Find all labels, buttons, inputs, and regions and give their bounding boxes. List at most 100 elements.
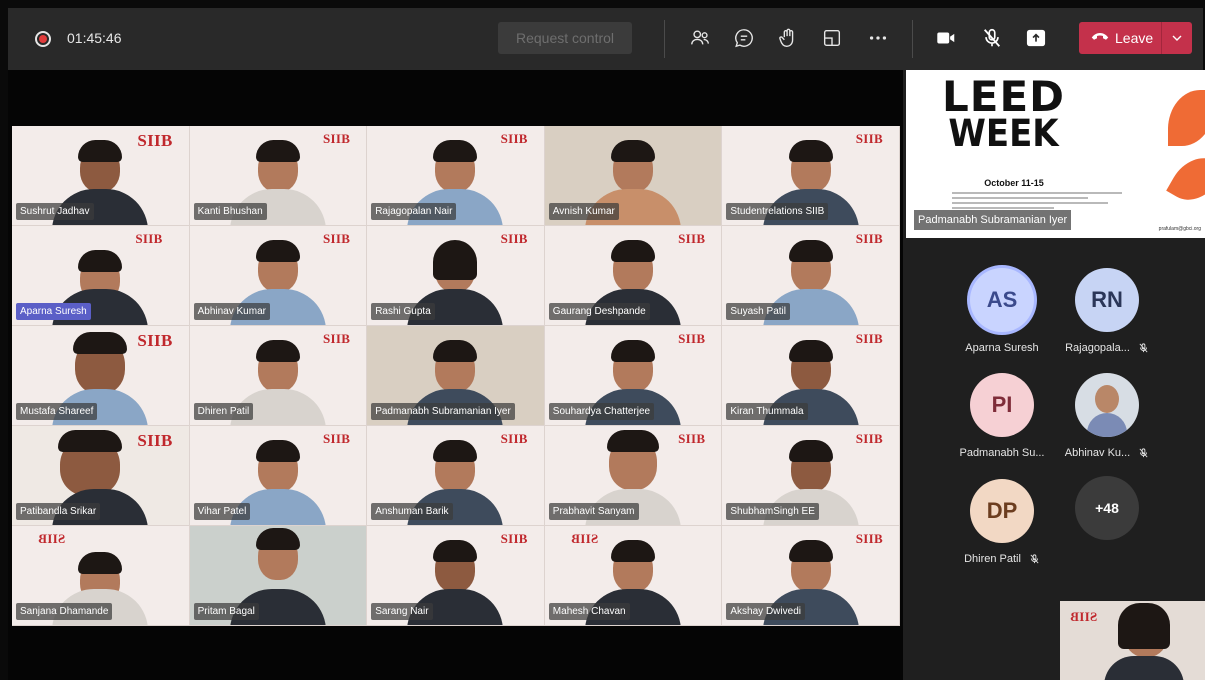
video-tile[interactable]: SIIB Vihar Patel bbox=[189, 426, 368, 526]
video-tile[interactable]: SIIB Mustafa Shareef bbox=[12, 326, 190, 426]
avatar: DP bbox=[970, 479, 1034, 543]
participant-hair bbox=[255, 140, 300, 162]
video-tile[interactable]: Pritam Bagal bbox=[189, 526, 368, 626]
participant-name-tag: Akshay Dwivedi bbox=[726, 603, 805, 620]
video-tile[interactable]: SIIB Rajagopalan Nair bbox=[367, 126, 545, 226]
video-tile[interactable]: SIIB Kiran Thummala bbox=[722, 326, 900, 426]
leave-label: Leave bbox=[1115, 30, 1154, 46]
video-tile[interactable]: SIIB Studentrelations SIIB bbox=[722, 126, 900, 226]
participant-name-tag: Mustafa Shareef bbox=[16, 403, 98, 420]
participant-name-tag: Sushrut Jadhav bbox=[16, 203, 94, 220]
video-tile[interactable]: SIIB Prabhavit Sanyam bbox=[544, 426, 723, 526]
participant-name-tag: Aparna Suresh bbox=[16, 303, 91, 320]
participant-abhinav[interactable]: Abhinav Ku... bbox=[1047, 373, 1167, 459]
siib-logo: SIIB bbox=[855, 331, 883, 346]
shared-screen-tile[interactable]: LEED WEEK October 11-15 prafulam@gbci.or… bbox=[906, 70, 1205, 238]
participant-name-tag: ShubhamSingh EE bbox=[726, 503, 819, 520]
participant-hair bbox=[78, 250, 123, 272]
video-tile[interactable]: SIIB Mahesh Chavan bbox=[544, 526, 723, 626]
participant-name-tag: Pritam Bagal bbox=[193, 603, 259, 620]
participant-hair bbox=[788, 440, 833, 462]
leave-button[interactable]: Leave bbox=[1079, 22, 1192, 54]
participant-hair bbox=[433, 340, 478, 362]
participant-padmanabh[interactable]: PI Padmanabh Su... bbox=[942, 373, 1062, 459]
participant-body bbox=[1104, 656, 1185, 680]
mic-off-icon bbox=[1139, 448, 1148, 458]
participant-hair bbox=[433, 540, 478, 562]
leave-main-button[interactable]: Leave bbox=[1079, 22, 1161, 54]
participant-hair bbox=[433, 140, 478, 162]
participant-dhiren[interactable]: DP Dhiren Patil bbox=[942, 479, 1062, 565]
mic-off-icon[interactable] bbox=[978, 24, 1006, 52]
chevron-down-icon[interactable] bbox=[1162, 22, 1192, 54]
rooms-icon[interactable] bbox=[818, 24, 846, 52]
participant-hair bbox=[73, 332, 128, 354]
self-view-video[interactable]: SIIB bbox=[1060, 601, 1205, 680]
participant-name-tag: Kanti Bhushan bbox=[193, 203, 267, 220]
video-tile[interactable]: SIIB Sarang Nair bbox=[367, 526, 545, 626]
participant-hair bbox=[788, 140, 833, 162]
siib-logo: SIIB bbox=[678, 331, 706, 346]
participant-hair bbox=[78, 552, 123, 574]
participants-icon[interactable] bbox=[686, 24, 714, 52]
siib-logo: SIIB bbox=[855, 231, 883, 246]
siib-logo: SIIB bbox=[322, 331, 351, 346]
siib-logo: SIIB bbox=[570, 531, 599, 546]
participant-name-tag: Gaurang Deshpande bbox=[548, 303, 650, 320]
participant-name-tag: Mahesh Chavan bbox=[548, 603, 630, 620]
presenter-name-tag: Padmanabh Subramanian Iyer bbox=[914, 210, 1072, 230]
participant-hair bbox=[78, 140, 123, 162]
raise-hand-icon[interactable] bbox=[774, 24, 802, 52]
participant-hair bbox=[788, 340, 833, 362]
participant-hair bbox=[255, 440, 300, 462]
video-tile[interactable]: SIIB Dhiren Patil bbox=[189, 326, 368, 426]
phone-hangup-icon bbox=[1091, 29, 1109, 47]
video-tile[interactable]: Avnish Kumar bbox=[544, 126, 723, 226]
video-tile[interactable]: SIIB Rashi Gupta bbox=[367, 226, 545, 326]
video-tile[interactable]: SIIB Patibandla Srikar bbox=[12, 426, 190, 526]
video-tile[interactable]: SIIB Sanjana Dhamande bbox=[12, 526, 190, 626]
participant-name: Rajagopala... bbox=[1065, 342, 1130, 354]
more-participants-button[interactable]: +48 bbox=[1047, 476, 1167, 540]
participant-name-tag: Kiran Thummala bbox=[726, 403, 808, 420]
siib-logo: SIIB bbox=[1070, 609, 1098, 624]
participant-hair bbox=[1118, 603, 1171, 649]
participant-name-tag: Patibandla Srikar bbox=[16, 503, 101, 520]
more-icon[interactable] bbox=[864, 24, 892, 52]
avatar: AS bbox=[970, 268, 1034, 332]
meeting-timer: 01:45:46 bbox=[67, 30, 122, 46]
video-stage: SIIB Sushrut Jadhav SIIB Kanti Bhushan S… bbox=[8, 70, 903, 680]
video-tile[interactable]: SIIB Kanti Bhushan bbox=[189, 126, 368, 226]
participant-rajagopalan[interactable]: RN Rajagopala... bbox=[1047, 268, 1167, 354]
participant-name-tag: Anshuman Barik bbox=[371, 503, 453, 520]
siib-logo: SIIB bbox=[500, 131, 528, 146]
participant-name-tag: Sarang Nair bbox=[371, 603, 433, 620]
video-tile[interactable]: SIIB Abhinav Kumar bbox=[189, 226, 368, 326]
video-tile[interactable]: Padmanabh Subramanian Iyer bbox=[367, 326, 545, 426]
video-tile[interactable]: SIIB Akshay Dwivedi bbox=[722, 526, 900, 626]
participant-hair bbox=[788, 540, 833, 562]
video-tile[interactable]: SIIB Anshuman Barik bbox=[367, 426, 545, 526]
share-icon[interactable] bbox=[1022, 24, 1050, 52]
camera-icon[interactable] bbox=[932, 24, 960, 52]
siib-logo: SIIB bbox=[135, 231, 163, 246]
siib-logo: SIIB bbox=[855, 131, 883, 146]
video-tile[interactable]: SIIB Sushrut Jadhav bbox=[12, 126, 190, 226]
poster-email: prafulam@gbci.org bbox=[1158, 226, 1201, 232]
chat-icon[interactable] bbox=[730, 24, 758, 52]
request-control-button[interactable]: Request control bbox=[498, 22, 632, 54]
video-tile[interactable]: SIIB ShubhamSingh EE bbox=[722, 426, 900, 526]
video-tile[interactable]: SIIB Souhardya Chatterjee bbox=[544, 326, 723, 426]
mic-off-icon bbox=[1030, 554, 1039, 564]
participant-name: Padmanabh Su... bbox=[959, 447, 1045, 459]
siib-logo: SIIB bbox=[137, 331, 173, 350]
participant-aparna[interactable]: AS Aparna Suresh bbox=[942, 268, 1062, 354]
video-tile[interactable]: SIIB Suyash Patil bbox=[722, 226, 900, 326]
side-panel: LEED WEEK October 11-15 prafulam@gbci.or… bbox=[903, 70, 1205, 680]
siib-logo: SIIB bbox=[322, 131, 351, 146]
video-tile[interactable]: SIIB Aparna Suresh bbox=[12, 226, 190, 326]
siib-logo: SIIB bbox=[855, 531, 883, 546]
participant-name-tag: Sanjana Dhamande bbox=[16, 603, 113, 620]
video-tile[interactable]: SIIB Gaurang Deshpande bbox=[544, 226, 723, 326]
participant-hair bbox=[607, 430, 660, 452]
